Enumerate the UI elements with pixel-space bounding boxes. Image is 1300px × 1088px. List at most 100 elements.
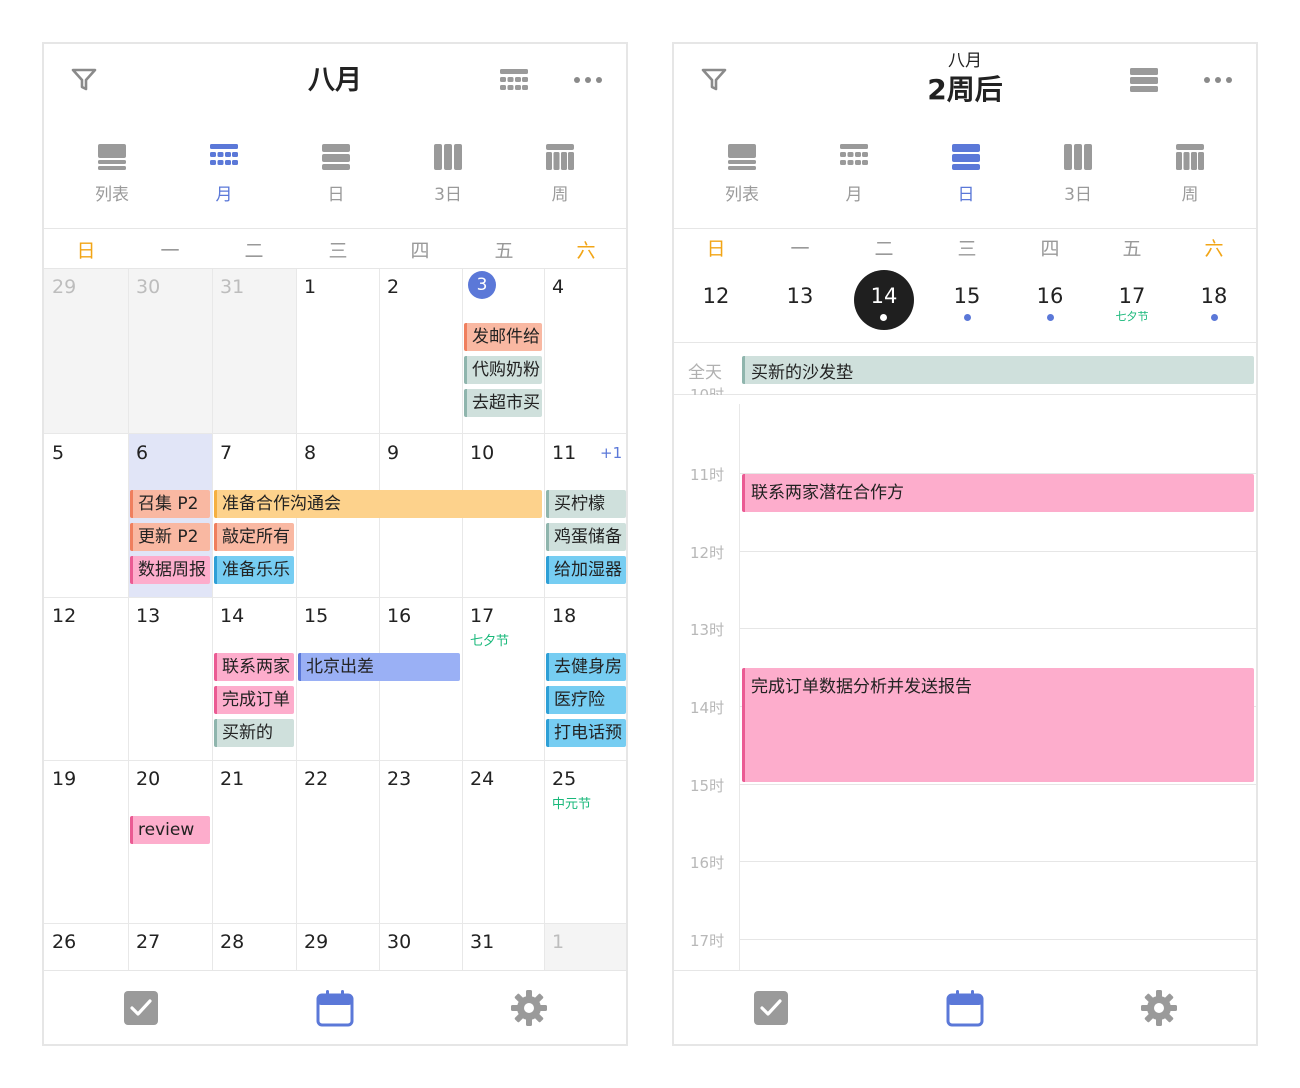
event-chip[interactable]: 医疗险 xyxy=(546,686,626,714)
event-chip[interactable]: 买柠檬 xyxy=(546,490,626,518)
event-chip[interactable]: 发邮件给 xyxy=(464,323,542,351)
more-icon[interactable] xyxy=(1200,62,1236,98)
event-chip[interactable]: 更新 P2 xyxy=(130,523,210,551)
day-number[interactable]: 20 xyxy=(136,768,160,790)
day-number[interactable]: 18 xyxy=(552,605,576,627)
day-number[interactable]: 5 xyxy=(52,442,64,464)
day-number[interactable]: 31 xyxy=(470,931,494,953)
event-chip[interactable]: 完成订单 xyxy=(214,686,294,714)
day-number[interactable]: 14 xyxy=(220,605,244,627)
event-chip[interactable]: 打电话预 xyxy=(546,719,626,747)
hour-label: 11时 xyxy=(690,466,725,484)
week-date[interactable]: 12 xyxy=(674,284,758,308)
month-grid-icon[interactable] xyxy=(496,62,532,98)
grid-line xyxy=(44,923,626,924)
divider xyxy=(44,228,626,229)
day-number[interactable]: 12 xyxy=(52,605,76,627)
day-stack-icon[interactable] xyxy=(1126,62,1162,98)
divider xyxy=(674,342,1256,343)
event-chip[interactable]: 数据周报 xyxy=(130,556,210,584)
all-day-event[interactable]: 买新的沙发垫 xyxy=(742,356,1254,384)
day-number[interactable]: 17 xyxy=(470,605,494,627)
day-number[interactable]: 23 xyxy=(387,768,411,790)
event-chip[interactable]: 召集 P2 xyxy=(130,490,210,518)
day-number[interactable]: 10 xyxy=(470,442,494,464)
day-number[interactable]: 15 xyxy=(304,605,328,627)
day-number[interactable]: 29 xyxy=(304,931,328,953)
day-number[interactable]: 11 xyxy=(552,442,576,464)
event-chip[interactable]: 去健身房 xyxy=(546,653,626,681)
view-tab-day[interactable]: 日 xyxy=(296,142,376,205)
event-chip[interactable]: 联系两家 xyxy=(214,653,294,681)
prev-month-cells xyxy=(44,269,296,433)
day-number[interactable]: 27 xyxy=(136,931,160,953)
day-view-screen: 八月 2周后 列表 月 日 3日 周 日 一 二 三 四 五 六 12 13 1… xyxy=(672,42,1258,1046)
calendar-tab-icon[interactable] xyxy=(946,989,984,1027)
view-tab-month[interactable]: 月 xyxy=(814,142,894,205)
day-number[interactable]: 25 xyxy=(552,768,576,790)
week-date[interactable]: 15 xyxy=(925,284,1009,308)
tasks-tab-icon[interactable] xyxy=(752,989,790,1027)
event-chip[interactable]: review xyxy=(130,816,210,844)
day-number[interactable]: 1 xyxy=(552,931,564,953)
day-number[interactable]: 2 xyxy=(387,276,399,298)
more-icon[interactable] xyxy=(570,62,606,98)
tasks-tab-icon[interactable] xyxy=(122,989,160,1027)
view-tab-week[interactable]: 周 xyxy=(520,142,600,205)
event-chip[interactable]: 鸡蛋储备 xyxy=(546,523,626,551)
view-tab-week[interactable]: 周 xyxy=(1150,142,1230,205)
calendar-tab-icon[interactable] xyxy=(316,989,354,1027)
week-date[interactable]: 17 xyxy=(1090,284,1174,308)
event-chip[interactable]: 准备乐乐 xyxy=(214,556,294,584)
day-number[interactable]: 31 xyxy=(220,276,244,298)
week-view-icon xyxy=(1175,142,1205,172)
day-number[interactable]: 9 xyxy=(387,442,399,464)
more-events-badge[interactable]: +1 xyxy=(600,444,622,462)
hour-line xyxy=(740,551,1256,552)
day-number[interactable]: 28 xyxy=(220,931,244,953)
grid-line xyxy=(379,269,380,972)
view-label: 日 xyxy=(957,185,975,205)
day-number[interactable]: 21 xyxy=(220,768,244,790)
view-label: 3日 xyxy=(1064,185,1092,205)
settings-tab-icon[interactable] xyxy=(1140,989,1178,1027)
event-chip[interactable]: 买新的 xyxy=(214,719,294,747)
event-chip[interactable]: 准备合作沟通会 xyxy=(214,490,542,518)
day-number[interactable]: 1 xyxy=(304,276,316,298)
today-marker[interactable]: 3 xyxy=(468,271,496,299)
day-number[interactable]: 26 xyxy=(52,931,76,953)
view-tab-list[interactable]: 列表 xyxy=(72,142,152,205)
day-number[interactable]: 6 xyxy=(136,442,148,464)
view-tab-3day[interactable]: 3日 xyxy=(1038,142,1118,205)
view-tab-3day[interactable]: 3日 xyxy=(408,142,488,205)
day-number[interactable]: 4 xyxy=(552,276,564,298)
view-label: 周 xyxy=(551,185,569,205)
timed-event[interactable]: 联系两家潜在合作方 xyxy=(742,474,1254,512)
settings-tab-icon[interactable] xyxy=(510,989,548,1027)
day-number[interactable]: 19 xyxy=(52,768,76,790)
hour-line xyxy=(740,861,1256,862)
event-chip[interactable]: 北京出差 xyxy=(298,653,460,681)
day-number[interactable]: 8 xyxy=(304,442,316,464)
day-number[interactable]: 16 xyxy=(387,605,411,627)
grid-line xyxy=(128,269,129,972)
timed-event[interactable]: 完成订单数据分析并发送报告 xyxy=(742,668,1254,782)
event-chip[interactable]: 去超市买 xyxy=(464,389,542,417)
week-date-selected[interactable]: 14 xyxy=(842,284,926,308)
event-chip[interactable]: 给加湿器 xyxy=(546,556,626,584)
day-number[interactable]: 7 xyxy=(220,442,232,464)
day-number[interactable]: 22 xyxy=(304,768,328,790)
day-number[interactable]: 13 xyxy=(136,605,160,627)
day-number[interactable]: 30 xyxy=(136,276,160,298)
day-number[interactable]: 30 xyxy=(387,931,411,953)
event-chip[interactable]: 敲定所有 xyxy=(214,523,294,551)
view-tab-month[interactable]: 月 xyxy=(184,142,264,205)
week-date[interactable]: 16 xyxy=(1008,284,1092,308)
day-number[interactable]: 24 xyxy=(470,768,494,790)
view-tab-list[interactable]: 列表 xyxy=(702,142,782,205)
week-date[interactable]: 13 xyxy=(758,284,842,308)
view-tab-day[interactable]: 日 xyxy=(926,142,1006,205)
event-chip[interactable]: 代购奶粉 xyxy=(464,356,542,384)
week-date[interactable]: 18 xyxy=(1172,284,1256,308)
day-number[interactable]: 29 xyxy=(52,276,76,298)
